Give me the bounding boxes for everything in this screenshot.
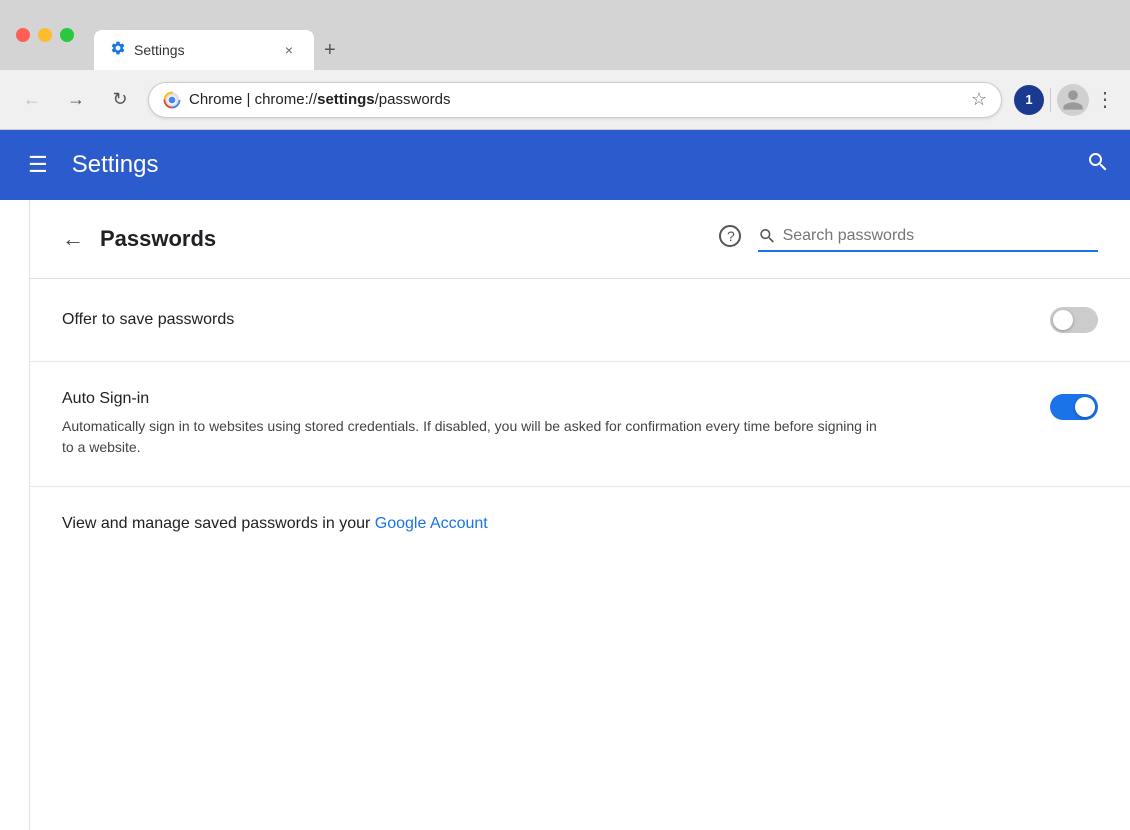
url-bold: settings: [317, 91, 375, 108]
titlebar: Settings × +: [0, 0, 1130, 70]
passwords-page-title: Passwords: [100, 226, 216, 252]
auto-signin-description: Automatically sign in to websites using …: [62, 416, 882, 458]
site-favicon: [163, 91, 181, 109]
settings-title-text: Settings: [72, 151, 159, 179]
svg-text:?: ?: [727, 228, 735, 244]
chrome-menu-button[interactable]: ⋮: [1095, 87, 1114, 112]
search-passwords-input[interactable]: [783, 227, 1098, 245]
offer-save-toggle-thumb: [1053, 310, 1073, 330]
passwords-help-button[interactable]: ?: [718, 224, 742, 254]
url-suffix: /passwords: [375, 91, 451, 108]
offer-save-label: Offer to save passwords: [62, 311, 234, 329]
tab-label: Settings: [134, 42, 185, 58]
search-passwords-field[interactable]: [758, 226, 1098, 252]
search-icon: [758, 226, 777, 246]
passwords-back-button[interactable]: ←: [62, 226, 84, 252]
url-prefix: chrome://: [255, 91, 318, 108]
tab-close-button[interactable]: ×: [280, 41, 298, 59]
reload-button[interactable]: ↻: [104, 84, 136, 116]
google-account-text: View and manage saved passwords in your: [62, 515, 375, 532]
google-account-link[interactable]: Google Account: [375, 515, 488, 532]
extensions-area: 1 ⋮: [1014, 84, 1114, 116]
minimize-window-button[interactable]: [38, 28, 52, 42]
bookmark-button[interactable]: ☆: [971, 89, 987, 110]
navbar: ← → ↻ Chrome | chrome://settings/passwor…: [0, 70, 1130, 130]
forward-button[interactable]: →: [60, 84, 92, 116]
auto-signin-row: Auto Sign-in Automatically sign in to we…: [30, 362, 1130, 487]
content-area: ← Passwords ? Offer to save passwords: [30, 200, 1130, 830]
1password-extension-button[interactable]: 1: [1014, 85, 1044, 115]
auto-signin-toggle[interactable]: [1050, 394, 1098, 420]
settings-header: ☰ Settings: [0, 130, 1130, 200]
google-account-row: View and manage saved passwords in your …: [30, 487, 1130, 561]
offer-save-passwords-row: Offer to save passwords: [30, 279, 1130, 362]
close-window-button[interactable]: [16, 28, 30, 42]
auto-signin-content: Auto Sign-in Automatically sign in to we…: [62, 390, 1018, 458]
settings-search-button[interactable]: [1086, 150, 1110, 180]
left-sidebar: [0, 200, 30, 830]
profile-button[interactable]: [1057, 84, 1089, 116]
main-content: ← Passwords ? Offer to save passwords: [0, 200, 1130, 830]
back-button[interactable]: ←: [16, 84, 48, 116]
sidebar-menu-button[interactable]: ☰: [20, 144, 56, 186]
maximize-window-button[interactable]: [60, 28, 74, 42]
auto-signin-toggle-thumb: [1075, 397, 1095, 417]
passwords-header: ← Passwords ?: [30, 200, 1130, 279]
offer-save-toggle[interactable]: [1050, 307, 1098, 333]
window-controls: [16, 28, 74, 42]
site-name: Chrome: [189, 91, 242, 108]
address-text: Chrome | chrome://settings/passwords: [189, 91, 963, 108]
auto-signin-title: Auto Sign-in: [62, 390, 1018, 408]
address-bar[interactable]: Chrome | chrome://settings/passwords ☆: [148, 82, 1002, 118]
settings-tab-icon: [110, 40, 126, 61]
settings-tab[interactable]: Settings ×: [94, 30, 314, 70]
nav-divider: [1050, 88, 1051, 112]
new-tab-button[interactable]: +: [314, 30, 346, 70]
